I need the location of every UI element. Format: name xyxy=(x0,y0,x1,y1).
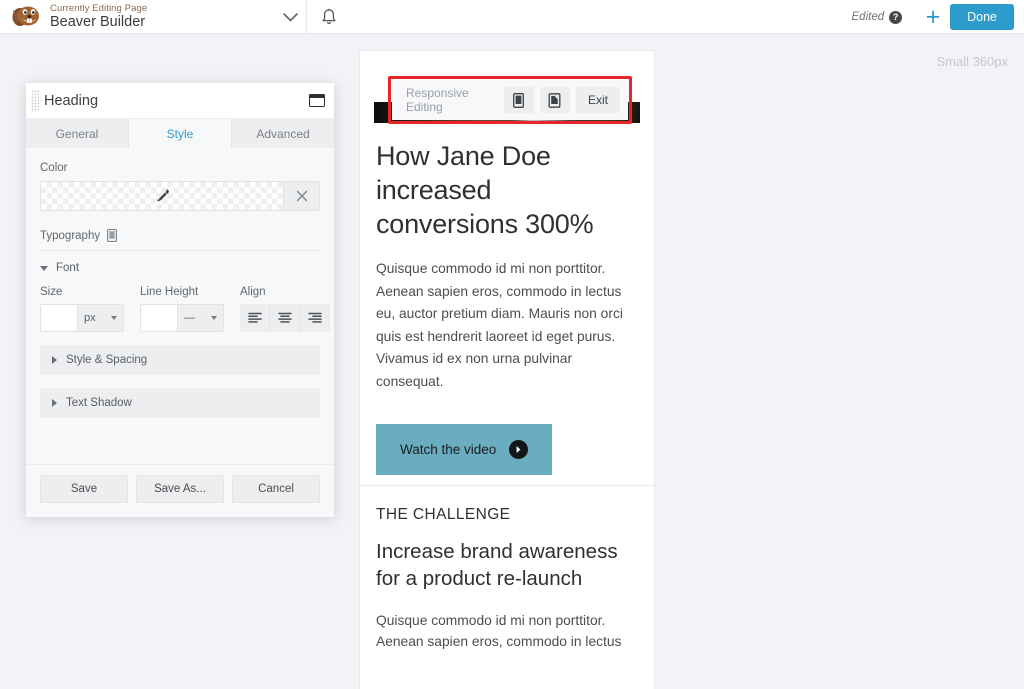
color-field xyxy=(40,181,320,211)
font-controls-row: Size px Line Height — Align xyxy=(40,286,330,332)
preview-subheading[interactable]: Increase brand awareness for a product r… xyxy=(376,538,638,592)
heading-settings-panel: Heading General Style Advanced Color Typ… xyxy=(26,83,334,517)
tab-style[interactable]: Style xyxy=(129,119,232,148)
editing-title: Beaver Builder xyxy=(50,14,146,30)
font-size-label: Size xyxy=(40,286,63,298)
align-right-icon[interactable] xyxy=(300,304,330,332)
line-height-control: Line Height — xyxy=(140,286,224,332)
chevron-right-icon xyxy=(52,399,57,407)
panel-title: Heading xyxy=(44,92,99,109)
save-button[interactable]: Save xyxy=(40,475,128,503)
close-icon xyxy=(296,190,307,202)
add-icon[interactable]: + xyxy=(916,0,950,34)
line-height-unit-select[interactable]: — xyxy=(177,305,223,331)
text-align-control: Align xyxy=(240,286,330,332)
typography-section-header: Typography xyxy=(40,229,320,251)
accordion-style-spacing-label: Style & Spacing xyxy=(66,354,148,366)
clear-color-button[interactable] xyxy=(283,182,319,210)
font-subsection-toggle[interactable]: Font xyxy=(40,262,320,274)
preview-heading[interactable]: How Jane Doe increased conversions 300% xyxy=(376,139,638,241)
responsive-editing-bar: Responsive Editing Exit xyxy=(392,80,628,120)
font-size-group: px xyxy=(40,304,124,332)
preview-divider xyxy=(360,485,654,486)
exit-responsive-button[interactable]: Exit xyxy=(575,87,620,113)
chevron-down-icon xyxy=(40,265,48,271)
preview-intro-block: How Jane Doe increased conversions 300% … xyxy=(360,123,654,475)
chevron-down-icon xyxy=(211,316,217,320)
accordion-style-spacing[interactable]: Style & Spacing xyxy=(40,345,320,375)
text-align-label: Align xyxy=(240,286,266,298)
accordion-text-shadow-label: Text Shadow xyxy=(66,397,132,409)
help-icon[interactable]: ? xyxy=(889,10,903,24)
text-align-group xyxy=(240,304,330,332)
align-left-icon[interactable] xyxy=(240,304,270,332)
responsive-preview-frame: How Jane Doe increased conversions 300% … xyxy=(360,51,654,689)
chevron-down-svg xyxy=(282,12,298,22)
done-button[interactable]: Done xyxy=(950,4,1014,30)
line-height-label: Line Height xyxy=(140,286,199,298)
chevron-down-icon xyxy=(111,316,117,320)
color-field-label: Color xyxy=(40,162,68,174)
panel-footer: Save Save As... Cancel xyxy=(26,464,334,517)
font-size-unit-value: px xyxy=(84,312,96,324)
beaver-logo-icon[interactable] xyxy=(0,0,46,34)
chevron-right-icon xyxy=(52,356,57,364)
bell-svg xyxy=(322,8,335,24)
accordion-text-shadow[interactable]: Text Shadow xyxy=(40,388,320,418)
mobile-device-icon[interactable] xyxy=(107,229,118,242)
preview-paragraph[interactable]: Quisque commodo id mi non porttitor. Aen… xyxy=(376,258,638,393)
font-size-unit-select[interactable]: px xyxy=(77,305,123,331)
arrow-right-svg xyxy=(516,446,521,453)
mobile-device-icon[interactable] xyxy=(539,87,570,113)
line-height-group: — xyxy=(140,304,224,332)
preview-paragraph-2[interactable]: Quisque commodo id mi non porttitor. Aen… xyxy=(376,610,638,652)
panel-header[interactable]: Heading xyxy=(26,83,334,119)
save-as-button[interactable]: Save As... xyxy=(136,475,224,503)
watch-video-button[interactable]: Watch the video xyxy=(376,424,553,475)
watch-video-label: Watch the video xyxy=(400,442,497,457)
panel-tabs: General Style Advanced xyxy=(26,119,334,148)
topbar-actions: Edited ? + Done xyxy=(852,0,1024,34)
align-center-icon[interactable] xyxy=(270,304,300,332)
typography-label: Typography xyxy=(40,229,101,242)
admin-top-bar: Currently Editing Page Beaver Builder Ed… xyxy=(0,0,1024,34)
line-height-unit-value: — xyxy=(184,312,195,324)
align-right-svg xyxy=(308,312,322,323)
editing-subtitle: Currently Editing Page xyxy=(50,3,148,14)
font-size-control: Size px xyxy=(40,286,124,332)
arrow-right-circle-icon xyxy=(509,440,529,459)
mobile-device-svg xyxy=(549,92,561,108)
responsive-editing-label: Responsive Editing xyxy=(406,86,469,114)
align-left-svg xyxy=(247,312,262,323)
tablet-device-svg xyxy=(513,92,525,108)
tab-general[interactable]: General xyxy=(26,119,129,148)
panel-body: Color Typography Font Size px Line Heigh… xyxy=(26,148,334,464)
editing-context: Currently Editing Page Beaver Builder xyxy=(46,0,147,34)
preview-kicker[interactable]: THE CHALLENGE xyxy=(376,506,638,524)
edited-label: Edited xyxy=(851,11,885,23)
beaver-logo-svg xyxy=(12,6,39,26)
tablet-device-icon[interactable] xyxy=(503,87,534,113)
editor-canvas: How Jane Doe increased conversions 300% … xyxy=(0,34,1024,689)
align-center-svg xyxy=(277,312,292,323)
line-height-input[interactable] xyxy=(141,305,177,331)
eyedropper-icon xyxy=(156,189,169,202)
bell-icon[interactable] xyxy=(306,0,350,34)
font-size-input[interactable] xyxy=(41,305,77,331)
drag-handle-icon[interactable] xyxy=(31,89,39,112)
cancel-button[interactable]: Cancel xyxy=(232,475,320,503)
edited-status: Edited ? xyxy=(851,10,917,24)
color-swatch[interactable] xyxy=(41,182,283,210)
dock-window-icon[interactable] xyxy=(309,94,325,107)
font-subsection-label: Font xyxy=(56,262,80,274)
viewport-size-label: Small 360px xyxy=(936,54,1008,69)
chevron-down-icon[interactable] xyxy=(272,0,308,34)
tab-advanced[interactable]: Advanced xyxy=(232,119,334,148)
preview-challenge-block: THE CHALLENGE Increase brand awareness f… xyxy=(360,506,654,652)
